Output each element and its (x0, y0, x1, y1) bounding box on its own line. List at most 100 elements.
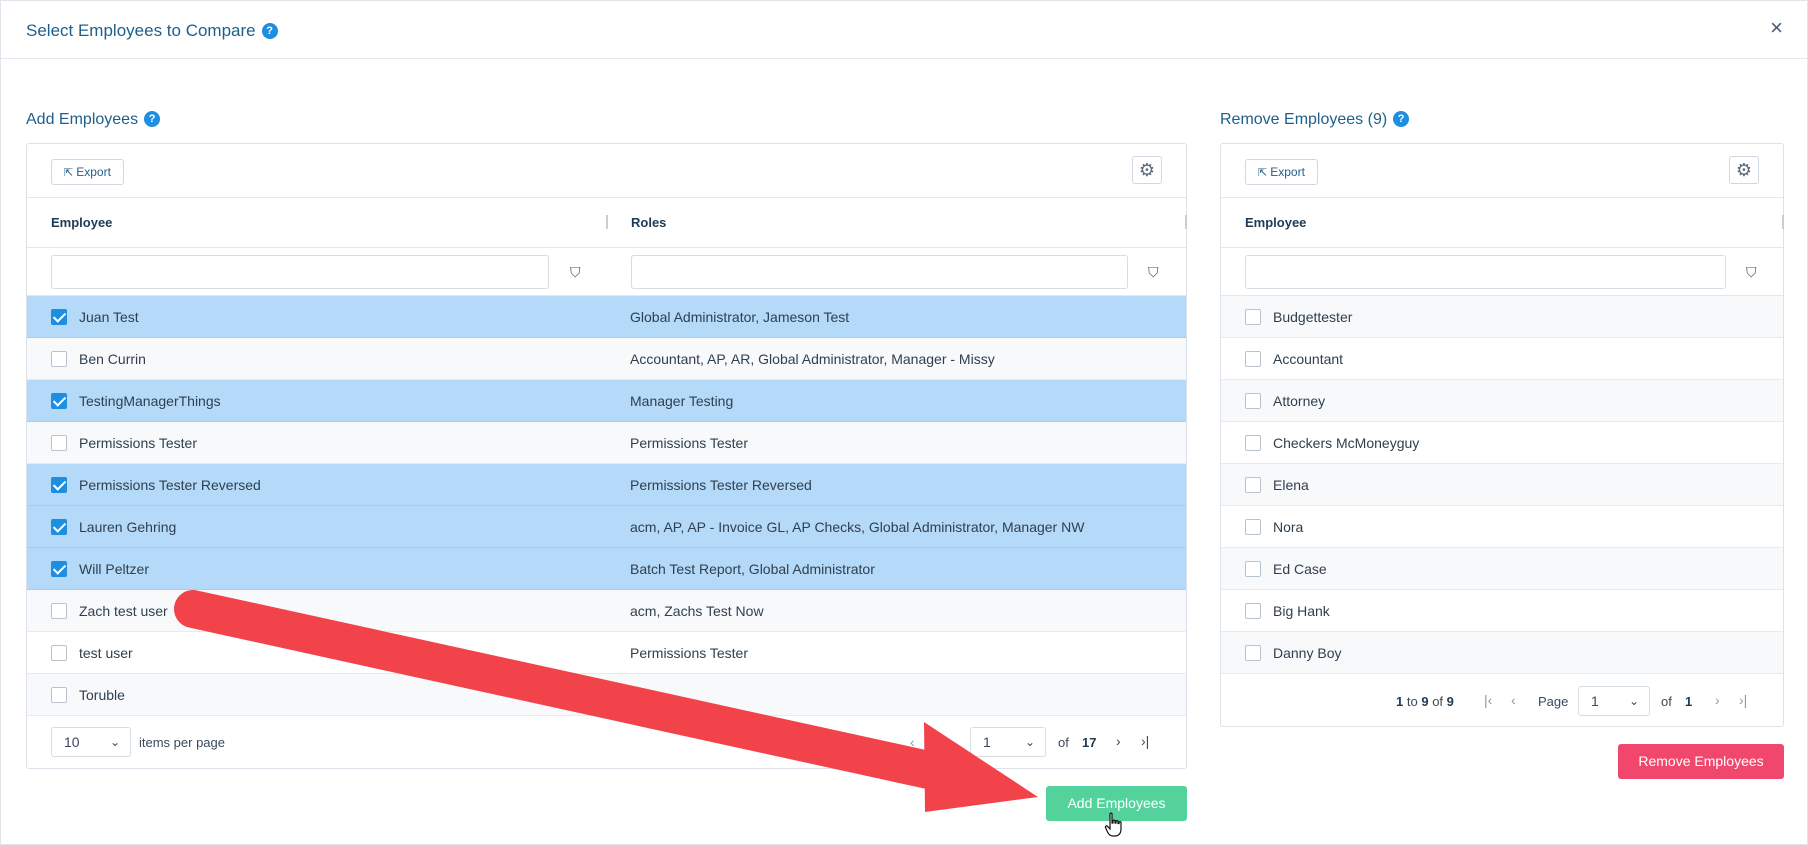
roles-cell: Permissions Tester (630, 645, 749, 661)
prev-page-icon[interactable]: ‹ (1511, 692, 1516, 708)
table-row[interactable]: Big Hank (1221, 590, 1783, 632)
roles-cell: Permissions Tester (630, 435, 749, 451)
employee-name-cell: Elena (1273, 477, 1309, 493)
table-row[interactable]: Nora (1221, 506, 1783, 548)
table-row[interactable]: Permissions Tester Reversed Permissions T… (27, 464, 1186, 506)
employee-name-cell: Checkers McMoneyguy (1273, 435, 1420, 451)
employee-name-cell: Accountant (1273, 351, 1344, 367)
row-checkbox[interactable] (1245, 351, 1261, 367)
row-checkbox[interactable] (1245, 561, 1261, 577)
column-header-employee[interactable]: Employee (51, 215, 112, 230)
row-checkbox[interactable] (51, 435, 67, 451)
help-icon[interactable]: ? (261, 23, 278, 39)
table-row[interactable]: Lauren Gehring acm, AP, AP - Invoice GL, … (27, 506, 1186, 548)
row-checkbox[interactable] (1245, 435, 1261, 451)
modal-header: Select Employees to Compare? × (1, 1, 1807, 59)
employee-name-cell: Danny Boy (1273, 645, 1342, 661)
grid-toolbar: ⇱ Export ⚙ (1221, 144, 1783, 198)
employee-name-cell: TestingManagerThings (79, 393, 221, 409)
employee-filter-input[interactable] (1245, 255, 1726, 289)
row-checkbox[interactable] (51, 603, 67, 619)
column-resize-handle[interactable] (606, 215, 608, 229)
help-icon[interactable]: ? (1393, 111, 1410, 127)
page-select[interactable]: 1 ⌄ (970, 727, 1046, 757)
filter-icon[interactable]: ⛉ (1148, 264, 1159, 281)
table-row[interactable]: Will Peltzer Batch Test Report, Global Ad… (27, 548, 1186, 590)
filter-icon[interactable]: ⛉ (1746, 264, 1757, 281)
table-row[interactable]: Elena (1221, 464, 1783, 506)
row-checkbox[interactable] (51, 477, 67, 493)
employee-filter-input[interactable] (51, 255, 549, 289)
employee-name-cell: Zach test user (79, 603, 168, 619)
employee-name-cell: Nora (1273, 519, 1304, 535)
filter-row: ⛉ (1221, 248, 1783, 296)
add-employees-button[interactable]: Add Employees (1046, 786, 1187, 821)
page-select[interactable]: 1 ⌄ (1578, 686, 1650, 716)
row-checkbox[interactable] (51, 351, 67, 367)
column-header-employee[interactable]: Employee (1245, 215, 1306, 230)
remove-employees-button[interactable]: Remove Employees (1618, 744, 1784, 779)
table-row[interactable]: Accountant (1221, 338, 1783, 380)
row-checkbox[interactable] (1245, 603, 1261, 619)
total-pages: 17 (1082, 735, 1097, 750)
last-page-icon[interactable]: ›| (1739, 692, 1747, 708)
close-icon[interactable]: × (1770, 17, 1783, 39)
table-row[interactable]: Ed Case (1221, 548, 1783, 590)
next-page-icon[interactable]: › (1715, 692, 1720, 708)
roles-cell: Permissions Tester Reversed (630, 477, 812, 493)
column-header-row: Employee Roles (27, 198, 1187, 248)
export-button[interactable]: ⇱ Export (1245, 159, 1318, 185)
table-row[interactable]: Danny Boy (1221, 632, 1783, 674)
add-employees-title: Add Employees? (26, 111, 161, 129)
row-checkbox[interactable] (1245, 645, 1261, 661)
right-pager: 1 to 9 of 9 |‹ ‹ Page 1 ⌄ of 1 › ›| (1221, 674, 1783, 729)
first-page-icon[interactable]: |‹ (1484, 692, 1492, 708)
row-checkbox[interactable] (51, 393, 67, 409)
table-row[interactable]: test user Permissions Tester (27, 632, 1186, 674)
add-employees-grid: ⇱ Export ⚙ Employee Roles ⛉ ⛉ Juan Test Gl… (26, 143, 1187, 769)
grid-toolbar: ⇱ Export ⚙ (27, 144, 1186, 198)
table-row[interactable]: Toruble Mgt (27, 674, 1186, 716)
table-row[interactable]: Budgettester (1221, 296, 1783, 338)
employee-name-cell: Toruble (79, 687, 125, 703)
remove-employees-grid: ⇱ Export ⚙ Employee ⛉ Budgettester Account… (1220, 143, 1784, 727)
row-checkbox[interactable] (51, 519, 67, 535)
page-size-select[interactable]: 10 ⌄ (51, 727, 131, 757)
export-button[interactable]: ⇱ Export (51, 159, 124, 185)
table-row[interactable]: Juan Test Global Administrator, Jameson T… (27, 296, 1186, 338)
last-page-icon[interactable]: ›| (1141, 733, 1149, 749)
next-page-icon[interactable]: › (1116, 733, 1121, 749)
row-checkbox[interactable] (1245, 519, 1261, 535)
table-row[interactable]: Checkers McMoneyguy (1221, 422, 1783, 464)
row-checkbox[interactable] (51, 561, 67, 577)
filter-row: ⛉ ⛉ (27, 248, 1186, 296)
table-row[interactable]: Zach test user acm, Zachs Test Now (27, 590, 1186, 632)
gear-icon[interactable]: ⚙ (1132, 156, 1162, 184)
gear-icon[interactable]: ⚙ (1729, 156, 1759, 184)
employee-name-cell: Will Peltzer (79, 561, 150, 577)
row-checkbox[interactable] (51, 645, 67, 661)
employee-name-cell: Permissions Tester (79, 435, 198, 451)
modal-title: Select Employees to Compare? (26, 21, 278, 41)
prev-page-icon[interactable]: ‹ (910, 734, 915, 750)
column-resize-handle[interactable] (1185, 215, 1187, 229)
external-link-icon: ⇱ (64, 167, 74, 179)
table-row[interactable]: Permissions Tester Permissions Tester (27, 422, 1186, 464)
table-row[interactable]: Attorney (1221, 380, 1783, 422)
table-row[interactable]: Ben Currin Accountant, AP, AR, Global Adm… (27, 338, 1186, 380)
filter-icon[interactable]: ⛉ (570, 264, 581, 281)
help-icon[interactable]: ? (144, 111, 161, 127)
table-row[interactable]: TestingManagerThings Manager Testing (27, 380, 1186, 422)
roles-cell: Batch Test Report, Global Administrator (630, 561, 875, 577)
row-checkbox[interactable] (1245, 477, 1261, 493)
left-pager: 10 ⌄ items per page ‹ P 1 ⌄ of 17 › ›| (27, 715, 1186, 770)
row-checkbox[interactable] (1245, 393, 1261, 409)
row-checkbox[interactable] (51, 309, 67, 325)
row-checkbox[interactable] (1245, 309, 1261, 325)
roles-filter-input[interactable] (631, 255, 1128, 289)
chevron-down-icon: ⌄ (1628, 694, 1639, 708)
column-resize-handle[interactable] (1782, 215, 1784, 229)
employee-name-cell: Lauren Gehring (79, 519, 177, 535)
column-header-roles[interactable]: Roles (631, 215, 666, 230)
row-checkbox[interactable] (51, 687, 67, 703)
